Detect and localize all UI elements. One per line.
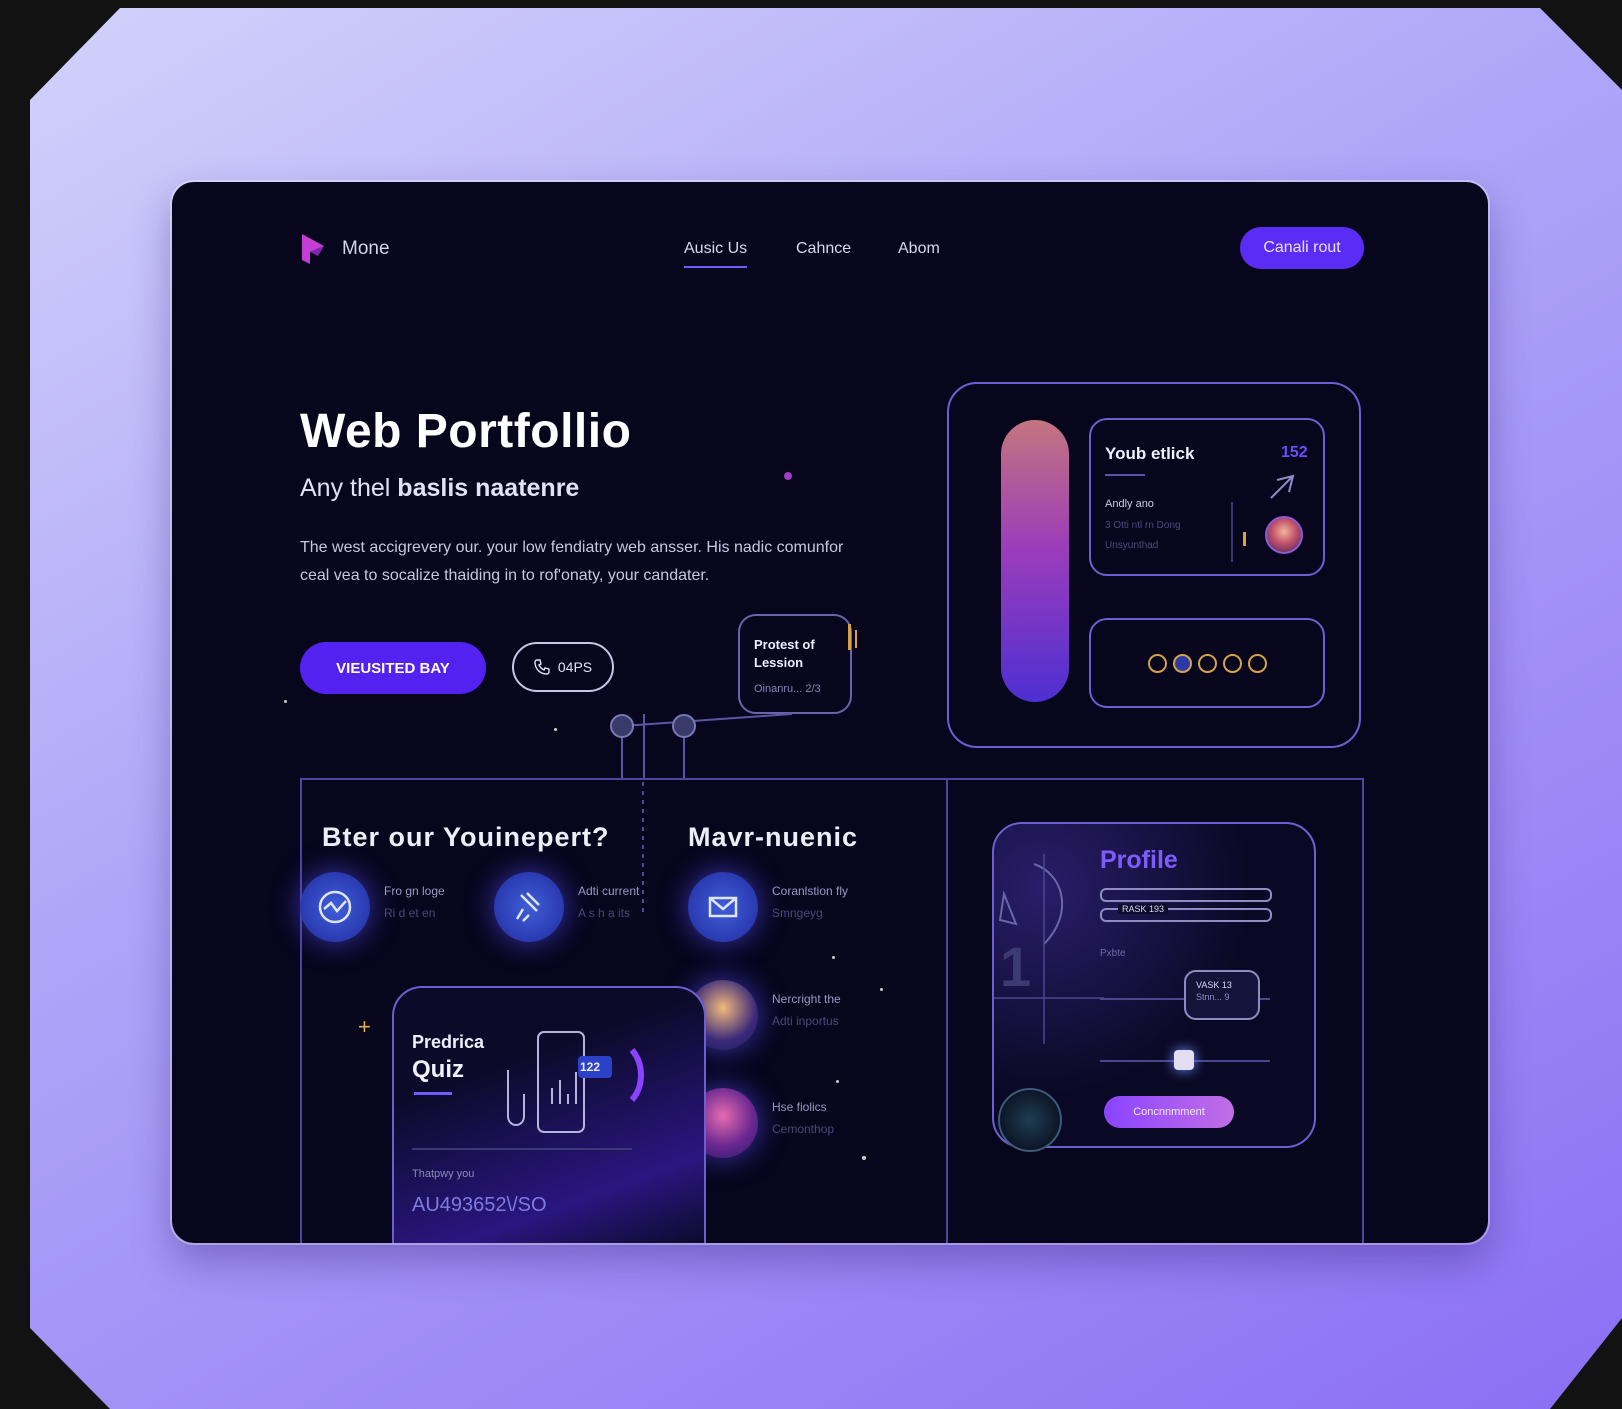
profile-field-label: RASK 193: [1118, 904, 1169, 914]
divider: [412, 1148, 632, 1150]
refresh-icon[interactable]: [1197, 653, 1217, 673]
gradient-pill: [1001, 420, 1069, 702]
hero-subtitle-prefix: Any thel: [300, 474, 391, 502]
nav-link-abom[interactable]: Abom: [898, 240, 940, 258]
feature-sub: A s h a its: [578, 906, 631, 920]
send-icon: [1270, 474, 1295, 499]
feature-sub: Ri d et en: [384, 906, 436, 920]
profile-mini-card[interactable]: VASK 13 Stnn... 9: [1184, 970, 1260, 1020]
stats-card-line3: Unsyunthad: [1105, 540, 1159, 551]
hero-subtitle: Any thel baslis naatenre: [300, 474, 579, 503]
header-cta-button[interactable]: Canali rout: [1240, 227, 1364, 269]
chart-icon: [300, 872, 370, 942]
hero-subtitle-bold: baslis naatenre: [397, 474, 580, 502]
avatar: [1265, 516, 1303, 554]
divider: [1231, 502, 1233, 562]
feature-title: Nercright the: [772, 992, 841, 1006]
grid-divider: [946, 778, 948, 1243]
sparkle: [554, 728, 557, 731]
user-icon[interactable]: [1172, 653, 1192, 673]
coin-icon[interactable]: [1147, 653, 1167, 673]
stats-card-line2: 3 Otti ntl rn Dong: [1105, 520, 1181, 531]
call-button-label: 04PS: [557, 659, 593, 675]
stats-card-badge: 152: [1281, 444, 1308, 461]
sparkle: [836, 1080, 839, 1083]
browser-window: Mone Ausic Us Cahnce Abom Canali rout We…: [172, 182, 1488, 1243]
plug-icon: [494, 872, 564, 942]
profile-card[interactable]: Profile 1 RASK 193 Pxbte VASK 13 Stnn...…: [992, 822, 1316, 1152]
profile-mini-label2: Stnn... 9: [1196, 992, 1230, 1002]
connector-lines: [610, 713, 793, 780]
accent-bar: [1243, 532, 1246, 546]
brand-name: Mone: [342, 238, 390, 259]
feature-title: Coranlstion fly: [772, 884, 849, 898]
sparkle: [832, 956, 835, 959]
mail-icon: [688, 872, 758, 942]
feature-sub: Adti inportus: [772, 1014, 839, 1028]
profile-label: Pxbte: [1100, 948, 1126, 959]
quiz-card[interactable]: Predrica Quiz 122 Thatpwy you AU493652\/…: [392, 986, 706, 1243]
accent-bar: [848, 624, 851, 650]
sparkle: [284, 700, 287, 703]
slider-thumb[interactable]: [1174, 1050, 1194, 1070]
quiz-title-line2: Quiz: [412, 1056, 464, 1083]
page-title: Web Portfollio: [300, 405, 632, 458]
feature-title: Adti current: [578, 884, 640, 898]
fingerprint-icon: [998, 1088, 1062, 1152]
sparkle: [784, 472, 792, 480]
profile-confirm-button[interactable]: Concnnmment: [1104, 1096, 1234, 1128]
brand-logo-icon: [302, 234, 324, 264]
sparkle: [862, 1156, 866, 1160]
stats-card-title: Youb etlick: [1105, 444, 1195, 463]
feature-item[interactable]: Adti current A s h a its: [494, 872, 639, 942]
sparkle-icon: +: [358, 1014, 371, 1039]
dashboard-preview-panel: Youb etlick 152 Andly ano 3 Otti ntl rn …: [947, 382, 1361, 748]
alert-icon[interactable]: [1247, 653, 1267, 673]
profile-title: Profile: [1100, 846, 1178, 874]
chart-illustration: [507, 1031, 644, 1133]
quiz-badge: 122: [580, 1060, 601, 1074]
lesson-mini-title: Protest of Lession: [754, 637, 815, 670]
divider: [1105, 474, 1145, 476]
quiz-title-line1: Predrica: [412, 1032, 485, 1052]
stats-card[interactable]: Youb etlick 152 Andly ano 3 Otti ntl rn …: [1089, 418, 1325, 576]
nav-link-about[interactable]: Ausic Us: [684, 240, 748, 268]
features-title-right: Mavr-nuenic: [688, 822, 859, 852]
feature-item[interactable]: Fro gn loge Ri d et en: [300, 872, 445, 942]
icon-row-card[interactable]: [1089, 618, 1325, 708]
stats-card-line1: Andly ano: [1105, 498, 1154, 510]
nav-link-chance[interactable]: Cahnce: [796, 240, 851, 258]
hero-paragraph: The west accigrevery our. your low fendi…: [300, 539, 844, 584]
primary-button[interactable]: VIEUSITED BAY: [300, 642, 486, 694]
sparkle: [880, 988, 883, 991]
feature-sub: Cemonthop: [772, 1122, 835, 1136]
quiz-label: Thatpwy you: [412, 1168, 475, 1180]
quiz-code: AU493652\/SO: [412, 1194, 547, 1216]
profile-field-bar[interactable]: [1100, 888, 1272, 902]
feature-title: Hse fiolics: [772, 1100, 827, 1114]
feature-title: Fro gn loge: [384, 884, 445, 898]
call-button[interactable]: 04PS: [512, 642, 614, 692]
feature-item[interactable]: Coranlstion fly Smngeyg: [688, 872, 848, 942]
divider: [414, 1092, 452, 1095]
feature-item[interactable]: Hse fiolics Cemonthop: [688, 1088, 834, 1158]
features-title-left: Bter our Youinepert?: [322, 822, 610, 852]
feature-sub: Smngeyg: [772, 906, 823, 920]
rings-illustration: [994, 854, 1104, 1044]
settings-icon[interactable]: [1222, 653, 1242, 673]
dashed-divider: [642, 782, 644, 912]
feature-item[interactable]: Nercright the Adti inportus: [688, 980, 841, 1050]
accent-bar-2: [855, 630, 857, 648]
phone-icon: [534, 659, 550, 675]
profile-mini-label: VASK 13: [1196, 980, 1232, 990]
